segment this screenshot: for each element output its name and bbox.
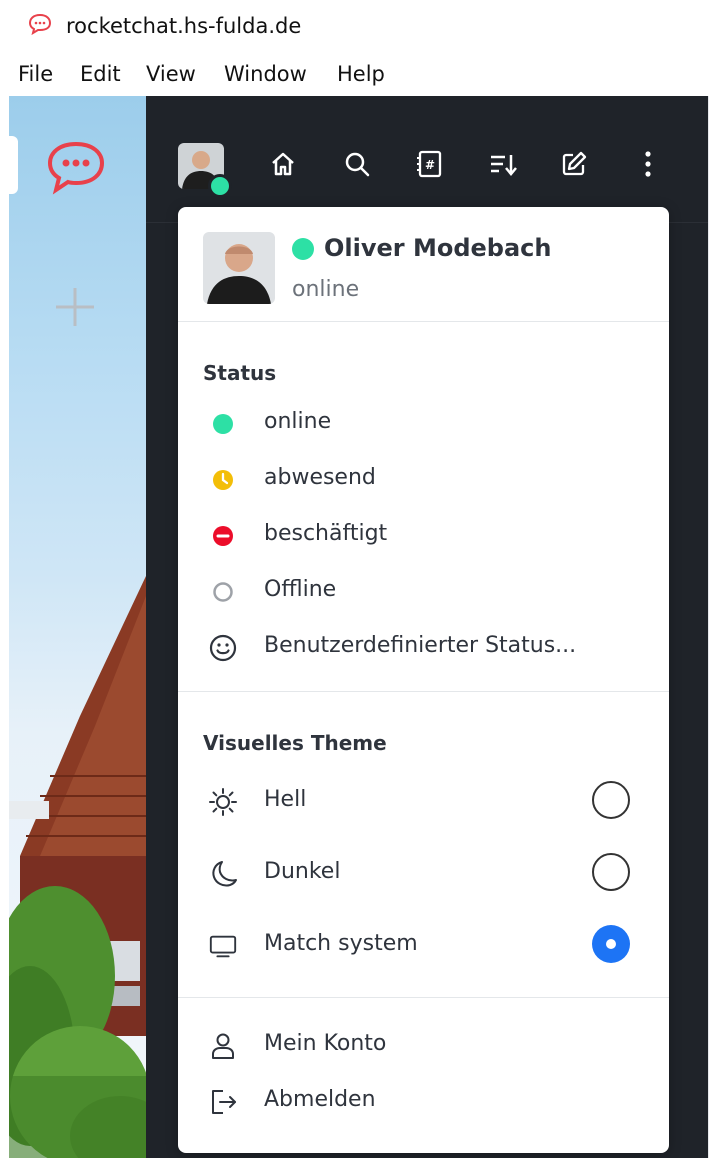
- menu-view[interactable]: View: [146, 62, 196, 86]
- theme-light-radio[interactable]: [592, 781, 630, 819]
- status-busy-label: beschäftigt: [264, 521, 388, 546]
- menu-file[interactable]: File: [18, 62, 53, 86]
- directory-button[interactable]: #: [410, 144, 450, 184]
- menu-divider: [178, 321, 669, 322]
- kebab-menu-icon: [645, 151, 651, 177]
- online-dot-icon: [292, 238, 314, 260]
- monitor-icon: [209, 935, 237, 958]
- status-online-label: online: [264, 409, 332, 434]
- server-rail: [0, 96, 146, 1158]
- menu-edit[interactable]: Edit: [80, 62, 121, 86]
- theme-section-title: Visuelles Theme: [203, 731, 387, 755]
- smiley-icon: [209, 634, 237, 662]
- server-selection-indicator: [0, 136, 18, 194]
- user-menu-dropdown: Oliver Modebach online Status online abw…: [178, 207, 669, 1153]
- plus-icon[interactable]: [52, 284, 98, 330]
- user-status-indicator: [208, 174, 232, 198]
- sort-icon: [491, 155, 517, 176]
- custom-status-item[interactable]: Benutzerdefinierter Status...: [178, 621, 669, 673]
- home-button[interactable]: [263, 144, 303, 184]
- status-away-item[interactable]: abwesend: [178, 453, 669, 505]
- logout-icon: [212, 1090, 236, 1114]
- theme-dark-radio[interactable]: [592, 853, 630, 891]
- menu-window[interactable]: Window: [224, 62, 307, 86]
- theme-system-label: Match system: [264, 931, 418, 956]
- online-dot-icon: [213, 414, 233, 434]
- logout-label: Abmelden: [264, 1087, 376, 1112]
- home-icon: [272, 152, 294, 176]
- my-account-item[interactable]: Mein Konto: [178, 1019, 669, 1071]
- status-busy-item[interactable]: beschäftigt: [178, 509, 669, 561]
- window-titlebar: rocketchat.hs-fulda.de: [0, 0, 724, 52]
- custom-status-label: Benutzerdefinierter Status...: [264, 633, 577, 658]
- theme-light-label: Hell: [264, 787, 307, 812]
- status-away-label: abwesend: [264, 465, 376, 490]
- directory-icon: #: [417, 150, 442, 178]
- theme-system-item[interactable]: Match system: [178, 919, 669, 971]
- sun-icon: [209, 788, 237, 816]
- menu-bar: File Edit View Window Help: [0, 56, 724, 96]
- profile-avatar: [203, 232, 275, 304]
- background-building-picture: [0, 576, 146, 1158]
- window-title: rocketchat.hs-fulda.de: [66, 14, 302, 38]
- status-section-title: Status: [203, 361, 277, 385]
- theme-light-item[interactable]: Hell: [178, 775, 669, 827]
- menu-divider: [178, 691, 669, 692]
- profile-picture: [203, 232, 275, 304]
- menu-help[interactable]: Help: [337, 62, 385, 86]
- content-area-edge: [708, 96, 724, 1158]
- rocket-chat-small-icon: [28, 13, 52, 35]
- search-button[interactable]: [337, 144, 377, 184]
- rocket-chat-logo-icon[interactable]: [44, 138, 108, 196]
- my-account-label: Mein Konto: [264, 1031, 387, 1056]
- status-offline-label: Offline: [264, 577, 337, 602]
- profile-name: Oliver Modebach: [324, 234, 552, 262]
- theme-system-radio[interactable]: [592, 925, 630, 963]
- moon-icon: [212, 861, 237, 887]
- theme-dark-label: Dunkel: [264, 859, 341, 884]
- status-online-item[interactable]: online: [178, 397, 669, 449]
- create-new-button[interactable]: [554, 144, 594, 184]
- create-new-icon: [562, 151, 587, 176]
- offline-ring-icon: [213, 582, 233, 602]
- search-icon: [345, 152, 370, 177]
- theme-dark-item[interactable]: Dunkel: [178, 847, 669, 899]
- sort-button[interactable]: [483, 144, 523, 184]
- rail-frame-edge: [0, 96, 9, 1158]
- status-offline-item[interactable]: Offline: [178, 565, 669, 617]
- logout-item[interactable]: Abmelden: [178, 1075, 669, 1127]
- user-icon: [212, 1033, 234, 1059]
- menu-divider: [178, 997, 669, 998]
- profile-status-text: online: [292, 277, 360, 302]
- busy-minus-icon: [213, 526, 233, 546]
- svg-text:#: #: [425, 158, 435, 172]
- kebab-menu-button[interactable]: [628, 144, 668, 184]
- away-clock-icon: [213, 470, 233, 490]
